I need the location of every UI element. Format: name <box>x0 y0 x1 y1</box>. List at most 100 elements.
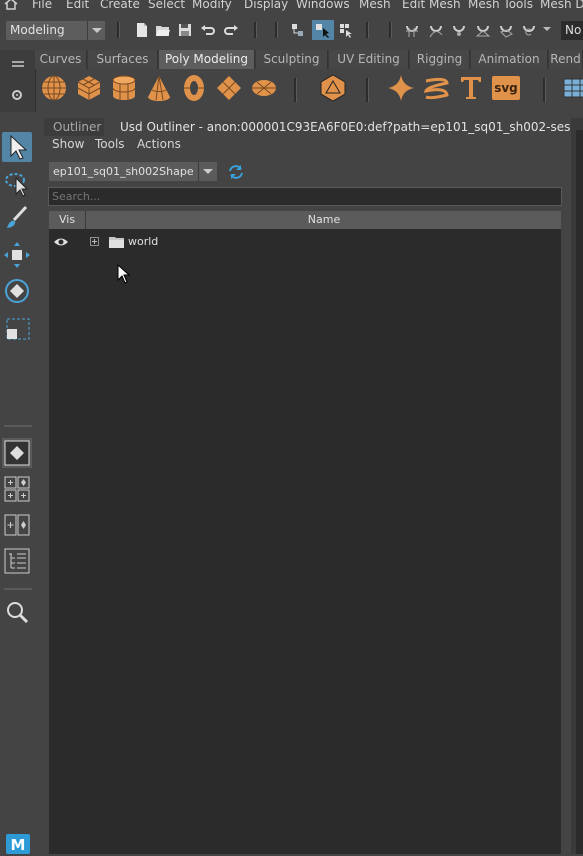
cone-icon[interactable] <box>144 73 174 103</box>
tab-poly-modeling[interactable]: Poly Modeling <box>159 50 255 69</box>
svg-icon[interactable]: svg <box>492 76 520 100</box>
menu-display[interactable]: Display <box>244 0 288 11</box>
new-scene-icon[interactable] <box>134 22 150 38</box>
sparkle-icon[interactable] <box>386 73 416 103</box>
tab-uv-editing[interactable]: UV Editing <box>329 50 409 69</box>
single-view-layout[interactable] <box>2 438 32 468</box>
menu-select[interactable]: Select <box>148 0 185 11</box>
plane-icon[interactable] <box>214 73 244 103</box>
snap-live-icon[interactable] <box>521 22 537 38</box>
chevron-down-icon <box>87 21 105 40</box>
tree-header: Vis Name <box>49 211 561 229</box>
snap-grid-icon[interactable] <box>404 22 420 38</box>
brush-icon <box>7 205 28 228</box>
tab-outliner[interactable]: Outliner <box>44 118 104 136</box>
rotate-tool[interactable] <box>2 276 32 306</box>
select-hierarchy-icon[interactable] <box>290 22 306 38</box>
menu-windows[interactable]: Windows <box>296 0 350 11</box>
gear-icon[interactable] <box>10 88 24 102</box>
menu-lines-icon[interactable] <box>10 59 26 69</box>
menu-actions[interactable]: Actions <box>137 137 181 151</box>
scale-tool[interactable] <box>2 312 32 342</box>
redo-icon[interactable] <box>223 22 239 38</box>
toolbox-divider <box>4 425 32 427</box>
open-scene-icon[interactable] <box>155 22 171 38</box>
arrow-cursor-icon <box>10 134 28 160</box>
snap-curve-icon[interactable] <box>428 22 444 38</box>
construction-history-field[interactable]: No <box>561 21 583 40</box>
toolbar-divider <box>254 22 257 38</box>
stage-dropdown[interactable]: ep101_sq01_sh002Shape <box>49 162 217 181</box>
four-view-layout[interactable] <box>2 474 32 504</box>
text-icon[interactable] <box>456 73 486 103</box>
maya-logo: M <box>6 834 30 854</box>
select-component-icon[interactable] <box>338 22 354 38</box>
more-icon[interactable] <box>561 73 583 103</box>
move-tool[interactable] <box>2 240 32 270</box>
cylinder-icon[interactable] <box>109 73 139 103</box>
two-pane-icon <box>4 514 30 536</box>
tab-rendering[interactable]: Rend <box>549 50 583 69</box>
single-pane-icon <box>4 440 30 466</box>
menu-show[interactable]: Show <box>52 137 84 151</box>
refresh-icon[interactable] <box>226 162 246 182</box>
expand-icon[interactable] <box>90 237 99 246</box>
outliner-list-icon <box>4 548 30 574</box>
menu-tools[interactable]: Tools <box>95 137 125 151</box>
menu-mesh-display[interactable]: Mesh Di <box>540 0 583 11</box>
search-icon <box>7 602 29 624</box>
shelf-divider <box>366 78 369 102</box>
shelf-side-controls <box>0 50 36 112</box>
menu-modify[interactable]: Modify <box>192 0 232 11</box>
tab-usd-outliner[interactable]: Usd Outliner - anon:000001C93EA6F0E0:def… <box>106 118 571 136</box>
home-icon[interactable] <box>4 0 18 10</box>
menu-create[interactable]: Create <box>100 0 140 11</box>
tab-curves[interactable]: Curves <box>35 50 87 69</box>
torus-icon[interactable] <box>179 73 209 103</box>
menu-edit-mesh[interactable]: Edit Mesh <box>402 0 461 11</box>
two-view-layout[interactable] <box>2 510 32 540</box>
prim-tree[interactable] <box>49 211 561 854</box>
menu-mesh[interactable]: Mesh <box>359 0 391 11</box>
menu-file[interactable]: File <box>32 0 52 11</box>
disc-icon[interactable] <box>249 73 279 103</box>
move-icon <box>4 242 30 268</box>
menu-mesh-tools[interactable]: Mesh Tools <box>468 0 533 11</box>
select-object-icon[interactable] <box>312 20 334 40</box>
mode-dropdown[interactable]: Modeling <box>6 21 105 40</box>
shelf-divider <box>294 78 297 102</box>
chevron-down-icon[interactable] <box>542 24 552 34</box>
cube-icon[interactable] <box>74 73 104 103</box>
search-input[interactable] <box>48 187 562 206</box>
column-header-name[interactable]: Name <box>87 211 561 229</box>
tab-rigging[interactable]: Rigging <box>410 50 470 69</box>
spiral-icon[interactable] <box>421 73 451 103</box>
lasso-tool[interactable] <box>2 168 32 198</box>
scale-icon <box>6 318 30 340</box>
folder-icon <box>109 237 124 248</box>
platonic-icon[interactable] <box>318 73 348 103</box>
mouse-pointer-icon <box>117 264 131 284</box>
tab-surfaces[interactable]: Surfaces <box>88 50 158 69</box>
tree-row[interactable]: world <box>49 233 561 253</box>
search-tool[interactable] <box>2 597 32 627</box>
lasso-icon <box>5 173 29 197</box>
outliner-layout[interactable] <box>2 546 32 576</box>
eye-icon[interactable] <box>53 236 69 248</box>
toolbox-divider <box>4 588 32 590</box>
paint-select-tool[interactable] <box>2 204 32 234</box>
snap-view-plane-icon[interactable] <box>475 22 491 38</box>
select-tool[interactable] <box>2 132 32 162</box>
tool-box <box>0 118 35 854</box>
undo-icon[interactable] <box>200 22 216 38</box>
save-scene-icon[interactable] <box>177 22 193 38</box>
snap-surface-icon[interactable] <box>498 22 514 38</box>
four-pane-icon <box>4 476 30 502</box>
menu-edit[interactable]: Edit <box>66 0 89 11</box>
mode-value: Modeling <box>10 23 65 37</box>
sphere-icon[interactable] <box>39 73 69 103</box>
tab-sculpting[interactable]: Sculpting <box>256 50 328 69</box>
snap-point-icon[interactable] <box>451 22 467 38</box>
tab-animation[interactable]: Animation <box>471 50 548 69</box>
column-header-vis[interactable]: Vis <box>49 211 86 229</box>
